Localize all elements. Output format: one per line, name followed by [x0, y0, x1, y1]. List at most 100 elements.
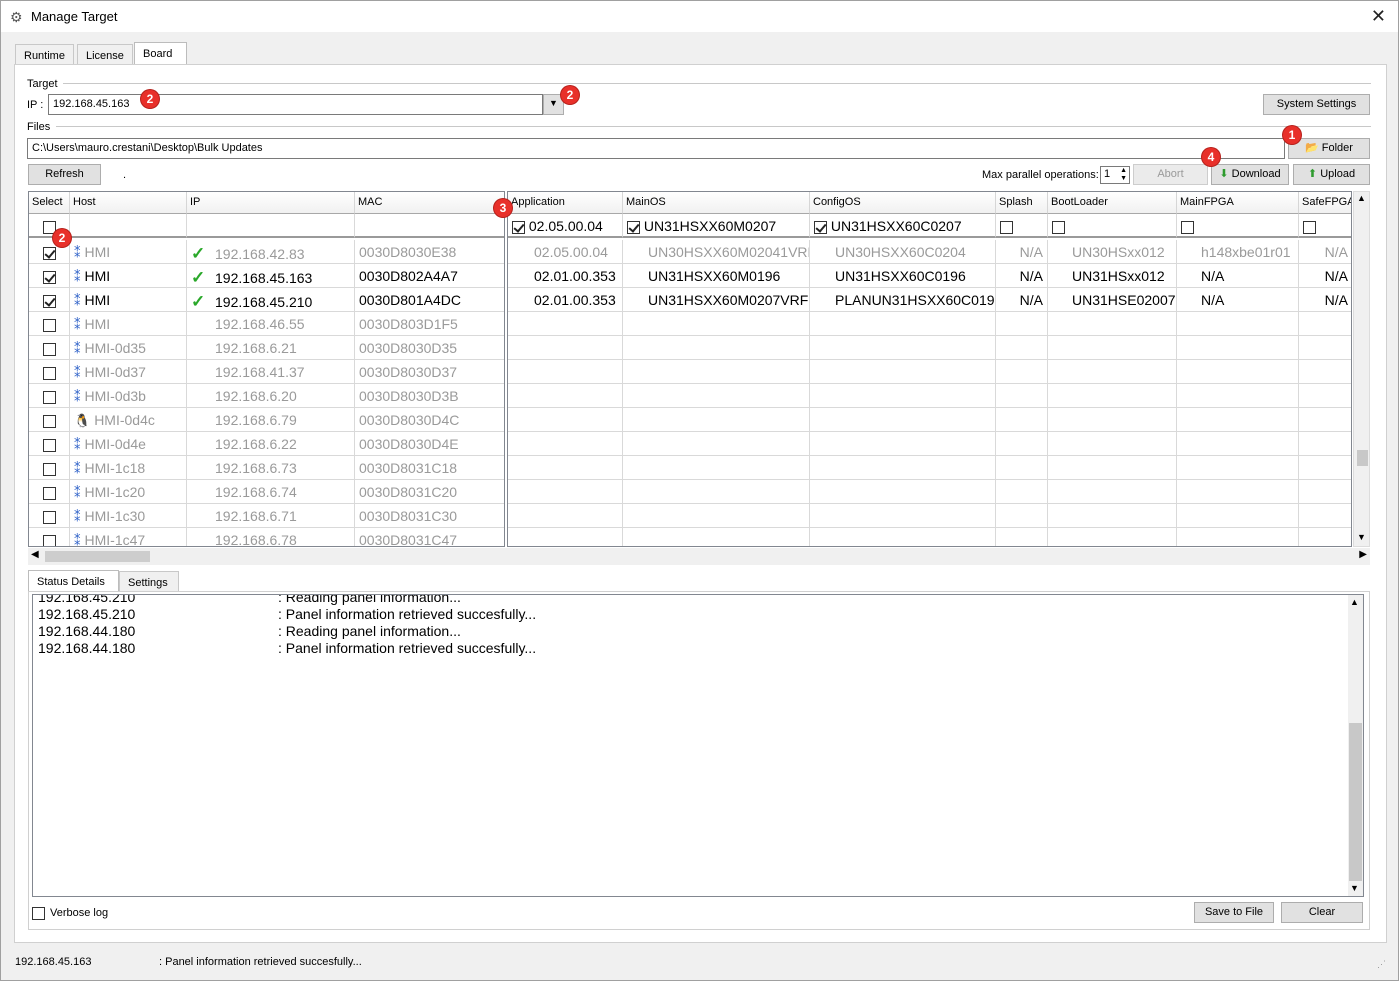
save-to-file-button[interactable]: Save to File: [1194, 902, 1274, 923]
abort-button[interactable]: Abort: [1133, 164, 1208, 185]
table-row-select[interactable]: [29, 408, 70, 432]
row-select-checkbox[interactable]: [42, 486, 56, 500]
column-header-splash[interactable]: Splash: [996, 192, 1048, 214]
grid-hscroll-thumb[interactable]: [45, 551, 150, 562]
filter-checkbox[interactable]: [627, 220, 640, 234]
log-scroll-down-icon[interactable]: ▼: [1350, 883, 1359, 893]
log-vertical-scrollbar[interactable]: ▲ ▼: [1348, 595, 1363, 896]
filter-checkbox[interactable]: [1052, 220, 1065, 234]
column-header-application[interactable]: Application: [508, 192, 623, 214]
row-select-checkbox[interactable]: [42, 246, 56, 260]
filter-cell-safefpga[interactable]: [1299, 214, 1351, 238]
close-icon[interactable]: ✕: [1371, 6, 1386, 27]
row-select-checkbox[interactable]: [42, 534, 56, 546]
column-header-safefpga[interactable]: SafeFPGA: [1299, 192, 1351, 214]
folder-button[interactable]: 📂 Folder: [1288, 138, 1370, 159]
tab-status-details[interactable]: Status Details: [28, 570, 119, 592]
tab-license[interactable]: License: [77, 44, 133, 66]
column-header-ip[interactable]: IP: [187, 192, 355, 214]
select-all-checkbox[interactable]: [42, 220, 56, 234]
table-row-mac: 0030D801A4DC: [355, 288, 504, 312]
table-cell-configos: [810, 456, 996, 480]
log-vscroll-thumb[interactable]: [1349, 723, 1362, 881]
status-log[interactable]: 192.168.45.210: Reading panel informatio…: [32, 594, 1364, 897]
table-row-select[interactable]: [29, 480, 70, 504]
table-cell-bootloader: [1048, 360, 1177, 384]
filter-checkbox[interactable]: [512, 220, 525, 234]
download-button[interactable]: ⬇ Download: [1211, 164, 1289, 185]
clear-button[interactable]: Clear: [1281, 902, 1363, 923]
column-header-bootloader[interactable]: BootLoader: [1048, 192, 1177, 214]
table-row-select[interactable]: [29, 336, 70, 360]
table-row-select[interactable]: [29, 288, 70, 312]
upload-icon: ⬆: [1307, 168, 1318, 180]
table-row-select[interactable]: [29, 504, 70, 528]
table-cell-application: [508, 456, 623, 480]
table-row-ip: 192.168.6.71: [187, 504, 355, 528]
filter-cell: [187, 214, 355, 238]
filter-checkbox[interactable]: [1000, 220, 1013, 234]
row-select-checkbox[interactable]: [42, 438, 56, 452]
filter-cell-mainfpga[interactable]: [1177, 214, 1299, 238]
filter-checkbox[interactable]: [1303, 220, 1316, 234]
row-select-checkbox[interactable]: [42, 510, 56, 524]
filter-cell-application[interactable]: 02.05.00.04: [508, 214, 623, 238]
row-select-checkbox[interactable]: [42, 366, 56, 380]
table-row-select[interactable]: [29, 528, 70, 546]
versions-grid: Application MainOS ConfigOS Splash BootLoade…: [507, 191, 1352, 547]
filter-checkbox[interactable]: [1181, 220, 1194, 234]
scroll-down-icon[interactable]: ▼: [1357, 532, 1366, 542]
column-header-configos[interactable]: ConfigOS: [810, 192, 996, 214]
grid-horizontal-scrollbar[interactable]: ◀ ▶: [28, 548, 1370, 565]
scroll-left-icon[interactable]: ◀: [31, 549, 39, 560]
row-select-checkbox[interactable]: [42, 462, 56, 476]
table-row-select[interactable]: [29, 360, 70, 384]
column-header-mainos[interactable]: MainOS: [623, 192, 810, 214]
network-host-icon: ⁑: [74, 269, 81, 284]
row-select-checkbox[interactable]: [42, 342, 56, 356]
refresh-button[interactable]: Refresh: [28, 164, 101, 185]
column-header-mac[interactable]: MAC: [355, 192, 504, 214]
max-parallel-stepper[interactable]: 1 ▲ ▼: [1100, 166, 1130, 184]
files-path-input[interactable]: C:\Users\mauro.crestani\Desktop\Bulk Upd…: [27, 138, 1285, 159]
filter-checkbox[interactable]: [814, 220, 827, 234]
table-cell-splash: N/A: [996, 288, 1048, 312]
row-select-checkbox[interactable]: [42, 294, 56, 308]
column-header-mainfpga[interactable]: MainFPGA: [1177, 192, 1299, 214]
tab-settings[interactable]: Settings: [119, 571, 179, 592]
row-select-checkbox[interactable]: [42, 414, 56, 428]
tab-runtime[interactable]: Runtime: [15, 44, 74, 66]
table-row-select[interactable]: [29, 312, 70, 336]
system-settings-button[interactable]: System Settings: [1263, 94, 1370, 115]
grid-vscroll-thumb[interactable]: [1357, 450, 1368, 466]
stepper-arrows-icon[interactable]: ▲ ▼: [1120, 167, 1127, 183]
scroll-up-icon[interactable]: ▲: [1357, 193, 1366, 203]
table-row-select[interactable]: [29, 384, 70, 408]
ip-combobox-input[interactable]: 192.168.45.163: [48, 94, 543, 115]
column-header-select[interactable]: Select: [29, 192, 70, 214]
filter-cell-splash[interactable]: [996, 214, 1048, 238]
resize-grip-icon[interactable]: ⋰: [1377, 959, 1386, 970]
log-scroll-up-icon[interactable]: ▲: [1350, 597, 1359, 607]
tab-board[interactable]: Board: [134, 42, 187, 66]
filter-cell-bootloader[interactable]: [1048, 214, 1177, 238]
filter-cell-configos[interactable]: UN31HSXX60C0207: [810, 214, 996, 238]
filter-cell-mainos[interactable]: UN31HSXX60M0207: [623, 214, 810, 238]
table-row-ip: ✓ 192.168.45.163: [187, 264, 355, 288]
table-row-select[interactable]: [29, 264, 70, 288]
verbose-log-checkbox[interactable]: [32, 906, 45, 921]
row-select-checkbox[interactable]: [42, 318, 56, 332]
row-select-checkbox[interactable]: [42, 390, 56, 404]
check-ok-icon: ✓: [191, 244, 206, 263]
scroll-right-icon[interactable]: ▶: [1359, 549, 1367, 560]
max-parallel-value: 1: [1104, 168, 1111, 180]
table-cell-splash: N/A: [996, 240, 1048, 264]
grid-vertical-scrollbar[interactable]: ▲ ▼: [1353, 191, 1370, 547]
upload-button[interactable]: ⬆ Upload: [1293, 164, 1370, 185]
table-row-select[interactable]: [29, 456, 70, 480]
table-row-select[interactable]: [29, 432, 70, 456]
row-select-checkbox[interactable]: [42, 270, 56, 284]
column-header-host[interactable]: Host: [70, 192, 187, 214]
table-cell-mainos: UN31HSXX60M0207VRFB: [623, 288, 810, 312]
table-row-host: ⁑ HMI-1c18: [70, 456, 187, 480]
